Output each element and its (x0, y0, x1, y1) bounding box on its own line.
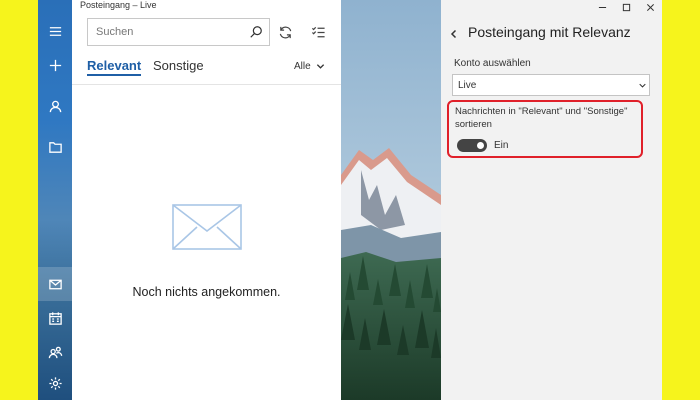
mountain-landscape-image (341, 0, 441, 400)
people-button[interactable] (38, 335, 72, 369)
filter-dropdown[interactable]: Alle (294, 61, 325, 72)
hamburger-icon (49, 26, 61, 36)
hamburger-menu-button[interactable] (38, 14, 72, 48)
search-input[interactable] (88, 19, 238, 45)
toggle-state-label: Ein (494, 140, 509, 151)
folders-icon (48, 141, 62, 153)
compose-icon (49, 59, 61, 71)
people-icon (48, 346, 62, 358)
envelope-illustration (171, 203, 243, 256)
checklist-icon (311, 26, 325, 37)
chevron-down-icon (316, 64, 324, 69)
envelope-icon (172, 204, 242, 250)
search-icon (250, 26, 262, 38)
settings-button[interactable] (38, 366, 72, 400)
list-divider (72, 84, 341, 85)
chevron-left-icon (450, 29, 457, 39)
minimize-icon (598, 6, 606, 8)
tab-sonstige[interactable]: Sonstige (153, 58, 204, 73)
window-controls (590, 0, 662, 14)
calendar-icon (48, 311, 62, 325)
chevron-down-icon (639, 83, 646, 88)
toggle-knob (477, 142, 484, 149)
account-label: Konto auswählen (454, 58, 531, 69)
filter-label: Alle (294, 61, 311, 72)
sort-toggle[interactable] (457, 139, 487, 152)
mail-icon (48, 279, 62, 289)
sort-description: Nachrichten in "Relevant" und "Sonstige"… (455, 106, 628, 130)
tab-relevant[interactable]: Relevant (87, 58, 142, 76)
nav-rail (38, 0, 72, 400)
accounts-icon (49, 100, 61, 112)
settings-title: Posteingang mit Relevanz (468, 24, 631, 40)
sync-icon (279, 26, 291, 38)
calendar-button[interactable] (38, 301, 72, 335)
account-select-value: Live (458, 80, 477, 91)
right-background (662, 0, 700, 400)
close-icon (646, 3, 654, 11)
settings-icon (48, 376, 62, 390)
minimize-button[interactable] (590, 0, 614, 14)
maximize-button[interactable] (614, 0, 638, 14)
empty-state-message: Noch nichts angekommen. (132, 285, 281, 299)
search-box (87, 18, 270, 46)
folders-button[interactable] (38, 130, 72, 164)
sync-button[interactable] (275, 22, 295, 42)
maximize-icon (622, 3, 630, 11)
account-select[interactable]: Live (452, 74, 650, 96)
close-button[interactable] (638, 0, 662, 14)
new-mail-button[interactable] (38, 48, 72, 82)
mail-button[interactable] (38, 267, 72, 301)
settings-flyout: Posteingang mit Relevanz Konto auswählen… (441, 0, 662, 400)
search-button[interactable] (249, 25, 263, 44)
background-landscape (341, 0, 441, 400)
back-button[interactable] (449, 26, 459, 44)
window-title: Posteingang – Live (80, 0, 157, 10)
selection-mode-button[interactable] (308, 22, 328, 42)
message-list-pane: Posteingang – Live Relevant Sonstige All… (72, 0, 341, 400)
accounts-button[interactable] (38, 89, 72, 123)
